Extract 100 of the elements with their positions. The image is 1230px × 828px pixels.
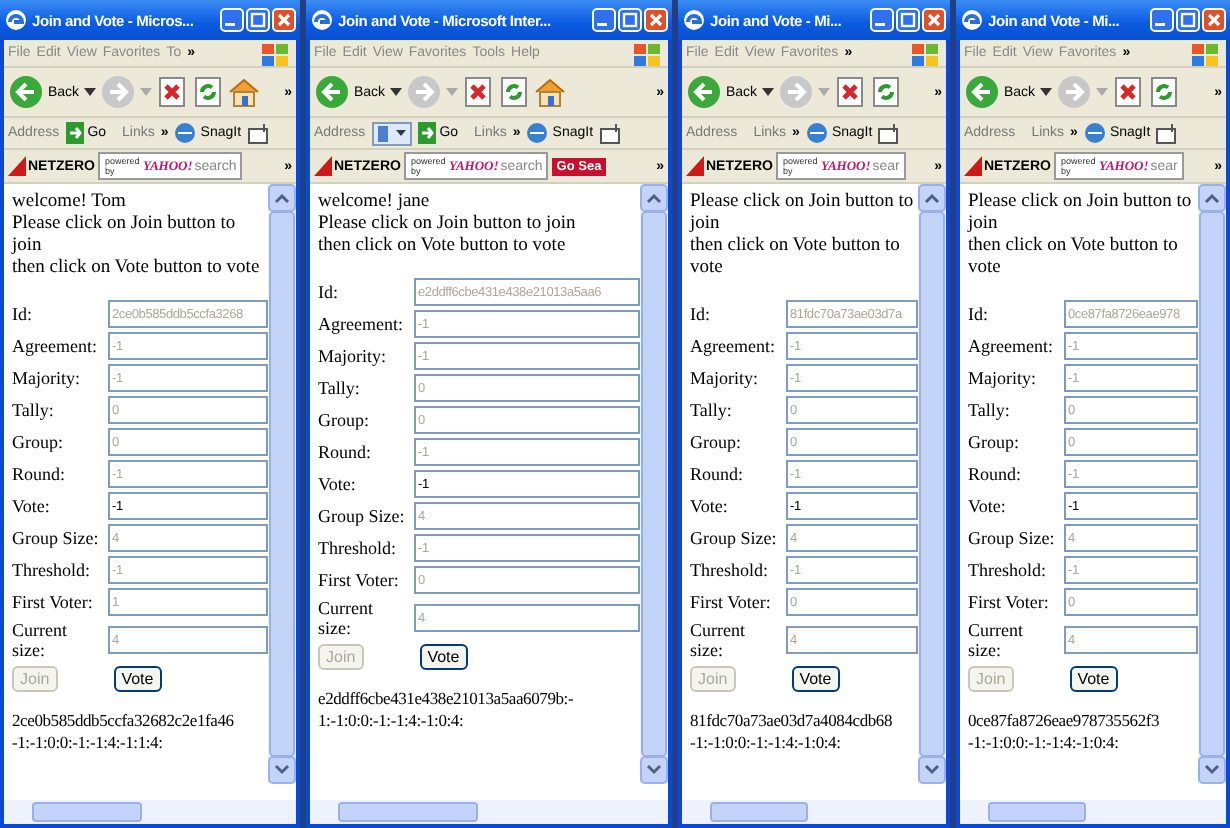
capture-icon[interactable]: [878, 123, 901, 143]
browser-icon: [682, 8, 706, 32]
dropdown-caret-icon[interactable]: [83, 88, 96, 96]
field-label: Round:: [690, 464, 746, 484]
stop-icon[interactable]: [461, 76, 494, 108]
home-icon[interactable]: [227, 76, 260, 108]
greeting-text: welcome! jane: [318, 192, 432, 214]
go-arrow-icon: [417, 122, 436, 144]
field-label: Tally:: [968, 400, 1012, 420]
vertical-scrollbar[interactable]: [1198, 184, 1226, 784]
field-label: Current size:: [690, 620, 747, 660]
form-button[interactable]: Vote: [113, 666, 162, 692]
stripe-icon: [314, 156, 332, 176]
field-label: First Voter:: [318, 570, 401, 590]
minimize-icon[interactable]: [1150, 8, 1174, 32]
field-label: Agreement:: [690, 336, 777, 356]
maximize-icon[interactable]: [246, 8, 270, 32]
field-label: Vote:: [690, 496, 730, 516]
field-label: Tally:: [690, 400, 734, 420]
field-label: Round:: [968, 464, 1024, 484]
field-label: Id:: [318, 282, 340, 302]
field-label: Id:: [690, 304, 712, 324]
field-label: First Voter:: [12, 592, 95, 612]
horizontal-scrollbar[interactable]: [310, 800, 668, 828]
close-icon[interactable]: [922, 8, 946, 32]
refresh-icon[interactable]: [869, 76, 902, 108]
field-label: Group Size:: [318, 506, 407, 526]
refresh-icon[interactable]: [497, 76, 530, 108]
capture-icon[interactable]: [599, 123, 622, 143]
instruction-text: then click on Vote button to vote: [690, 236, 902, 280]
output-text: -1:-1:0:0:-1:-1:4:-1:0:4:: [968, 732, 1121, 754]
output-text: 81fdc70a73ae03d7a4084cdb68: [690, 710, 895, 732]
close-icon[interactable]: [272, 8, 296, 32]
dropdown-caret-icon[interactable]: [389, 88, 402, 96]
minimize-icon[interactable]: [220, 8, 244, 32]
field-label: Majority:: [690, 368, 760, 388]
field-label: Id:: [968, 304, 990, 324]
minimize-icon[interactable]: [870, 8, 894, 32]
field-label: Threshold:: [318, 538, 398, 558]
flag-logo-icon: [910, 41, 942, 65]
maximize-icon[interactable]: [896, 8, 920, 32]
field-label: Threshold:: [12, 560, 92, 580]
field-label: Threshold:: [968, 560, 1048, 580]
flag-logo-icon: [260, 41, 292, 65]
horizontal-scrollbar[interactable]: [682, 800, 946, 828]
vertical-scrollbar[interactable]: [918, 184, 946, 784]
field-label: Round:: [318, 442, 374, 462]
maximize-icon[interactable]: [618, 8, 642, 32]
field-label: Majority:: [968, 368, 1038, 388]
field-label: First Voter:: [690, 592, 773, 612]
browser-icon: [4, 8, 28, 32]
refresh-icon[interactable]: [191, 76, 224, 108]
horizontal-scrollbar[interactable]: [960, 800, 1226, 828]
instruction-text: then click on Vote button to vote: [12, 258, 262, 280]
vertical-scrollbar[interactable]: [640, 184, 668, 784]
field-label: Current size:: [968, 620, 1025, 660]
field-label: First Voter:: [968, 592, 1051, 612]
output-text: e2ddff6cbe431e438e21013a5aa6079b:-: [318, 688, 576, 710]
field-label: Vote:: [968, 496, 1008, 516]
maximize-icon[interactable]: [1176, 8, 1200, 32]
browser-icon: [960, 8, 984, 32]
instruction-text: then click on Vote button to vote: [318, 236, 568, 258]
capture-icon[interactable]: [1156, 123, 1179, 143]
field-label: Group:: [12, 432, 65, 452]
output-text: -1:-1:0:0:-1:-1:4:-1:1:4:: [12, 732, 165, 754]
greeting-text: welcome! Tom: [12, 192, 128, 214]
stripe-icon: [964, 156, 982, 176]
form-button[interactable]: Vote: [791, 666, 840, 692]
page-dropdown-icon[interactable]: [371, 121, 412, 145]
stop-icon[interactable]: [833, 76, 866, 108]
output-text: 0ce87fa8726eae978735562f3: [968, 710, 1162, 732]
go-arrow-icon: [65, 122, 84, 144]
close-icon[interactable]: [1202, 8, 1226, 32]
vertical-scrollbar[interactable]: [268, 184, 296, 784]
dropdown-caret-icon[interactable]: [1039, 88, 1052, 96]
output-text: 1:-1:0:0:-1:-1:4:-1:0:4:: [318, 710, 466, 732]
minimize-icon[interactable]: [592, 8, 616, 32]
field-label: Current size:: [12, 620, 69, 660]
instruction-text: then click on Vote button to vote: [968, 236, 1180, 280]
stop-icon[interactable]: [1111, 76, 1144, 108]
capture-icon[interactable]: [247, 123, 270, 143]
stop-icon[interactable]: [155, 76, 188, 108]
field-label: Agreement:: [318, 314, 405, 334]
refresh-icon[interactable]: [1147, 76, 1180, 108]
field-label: Round:: [12, 464, 68, 484]
home-icon[interactable]: [533, 76, 566, 108]
field-label: Group:: [968, 432, 1021, 452]
field-label: Vote:: [318, 474, 358, 494]
close-icon[interactable]: [644, 8, 668, 32]
stripe-icon: [686, 156, 704, 176]
horizontal-scrollbar[interactable]: [4, 800, 296, 828]
dropdown-caret-icon[interactable]: [761, 88, 774, 96]
form-button[interactable]: Vote: [1069, 666, 1118, 692]
field-label: Current size:: [318, 598, 375, 638]
browser-icon: [310, 8, 334, 32]
form-button[interactable]: Vote: [419, 644, 468, 670]
field-label: Group Size:: [12, 528, 101, 548]
field-label: Threshold:: [690, 560, 770, 580]
output-text: -1:-1:0:0:-1:-1:4:-1:0:4:: [690, 732, 843, 754]
field-label: Group Size:: [690, 528, 779, 548]
